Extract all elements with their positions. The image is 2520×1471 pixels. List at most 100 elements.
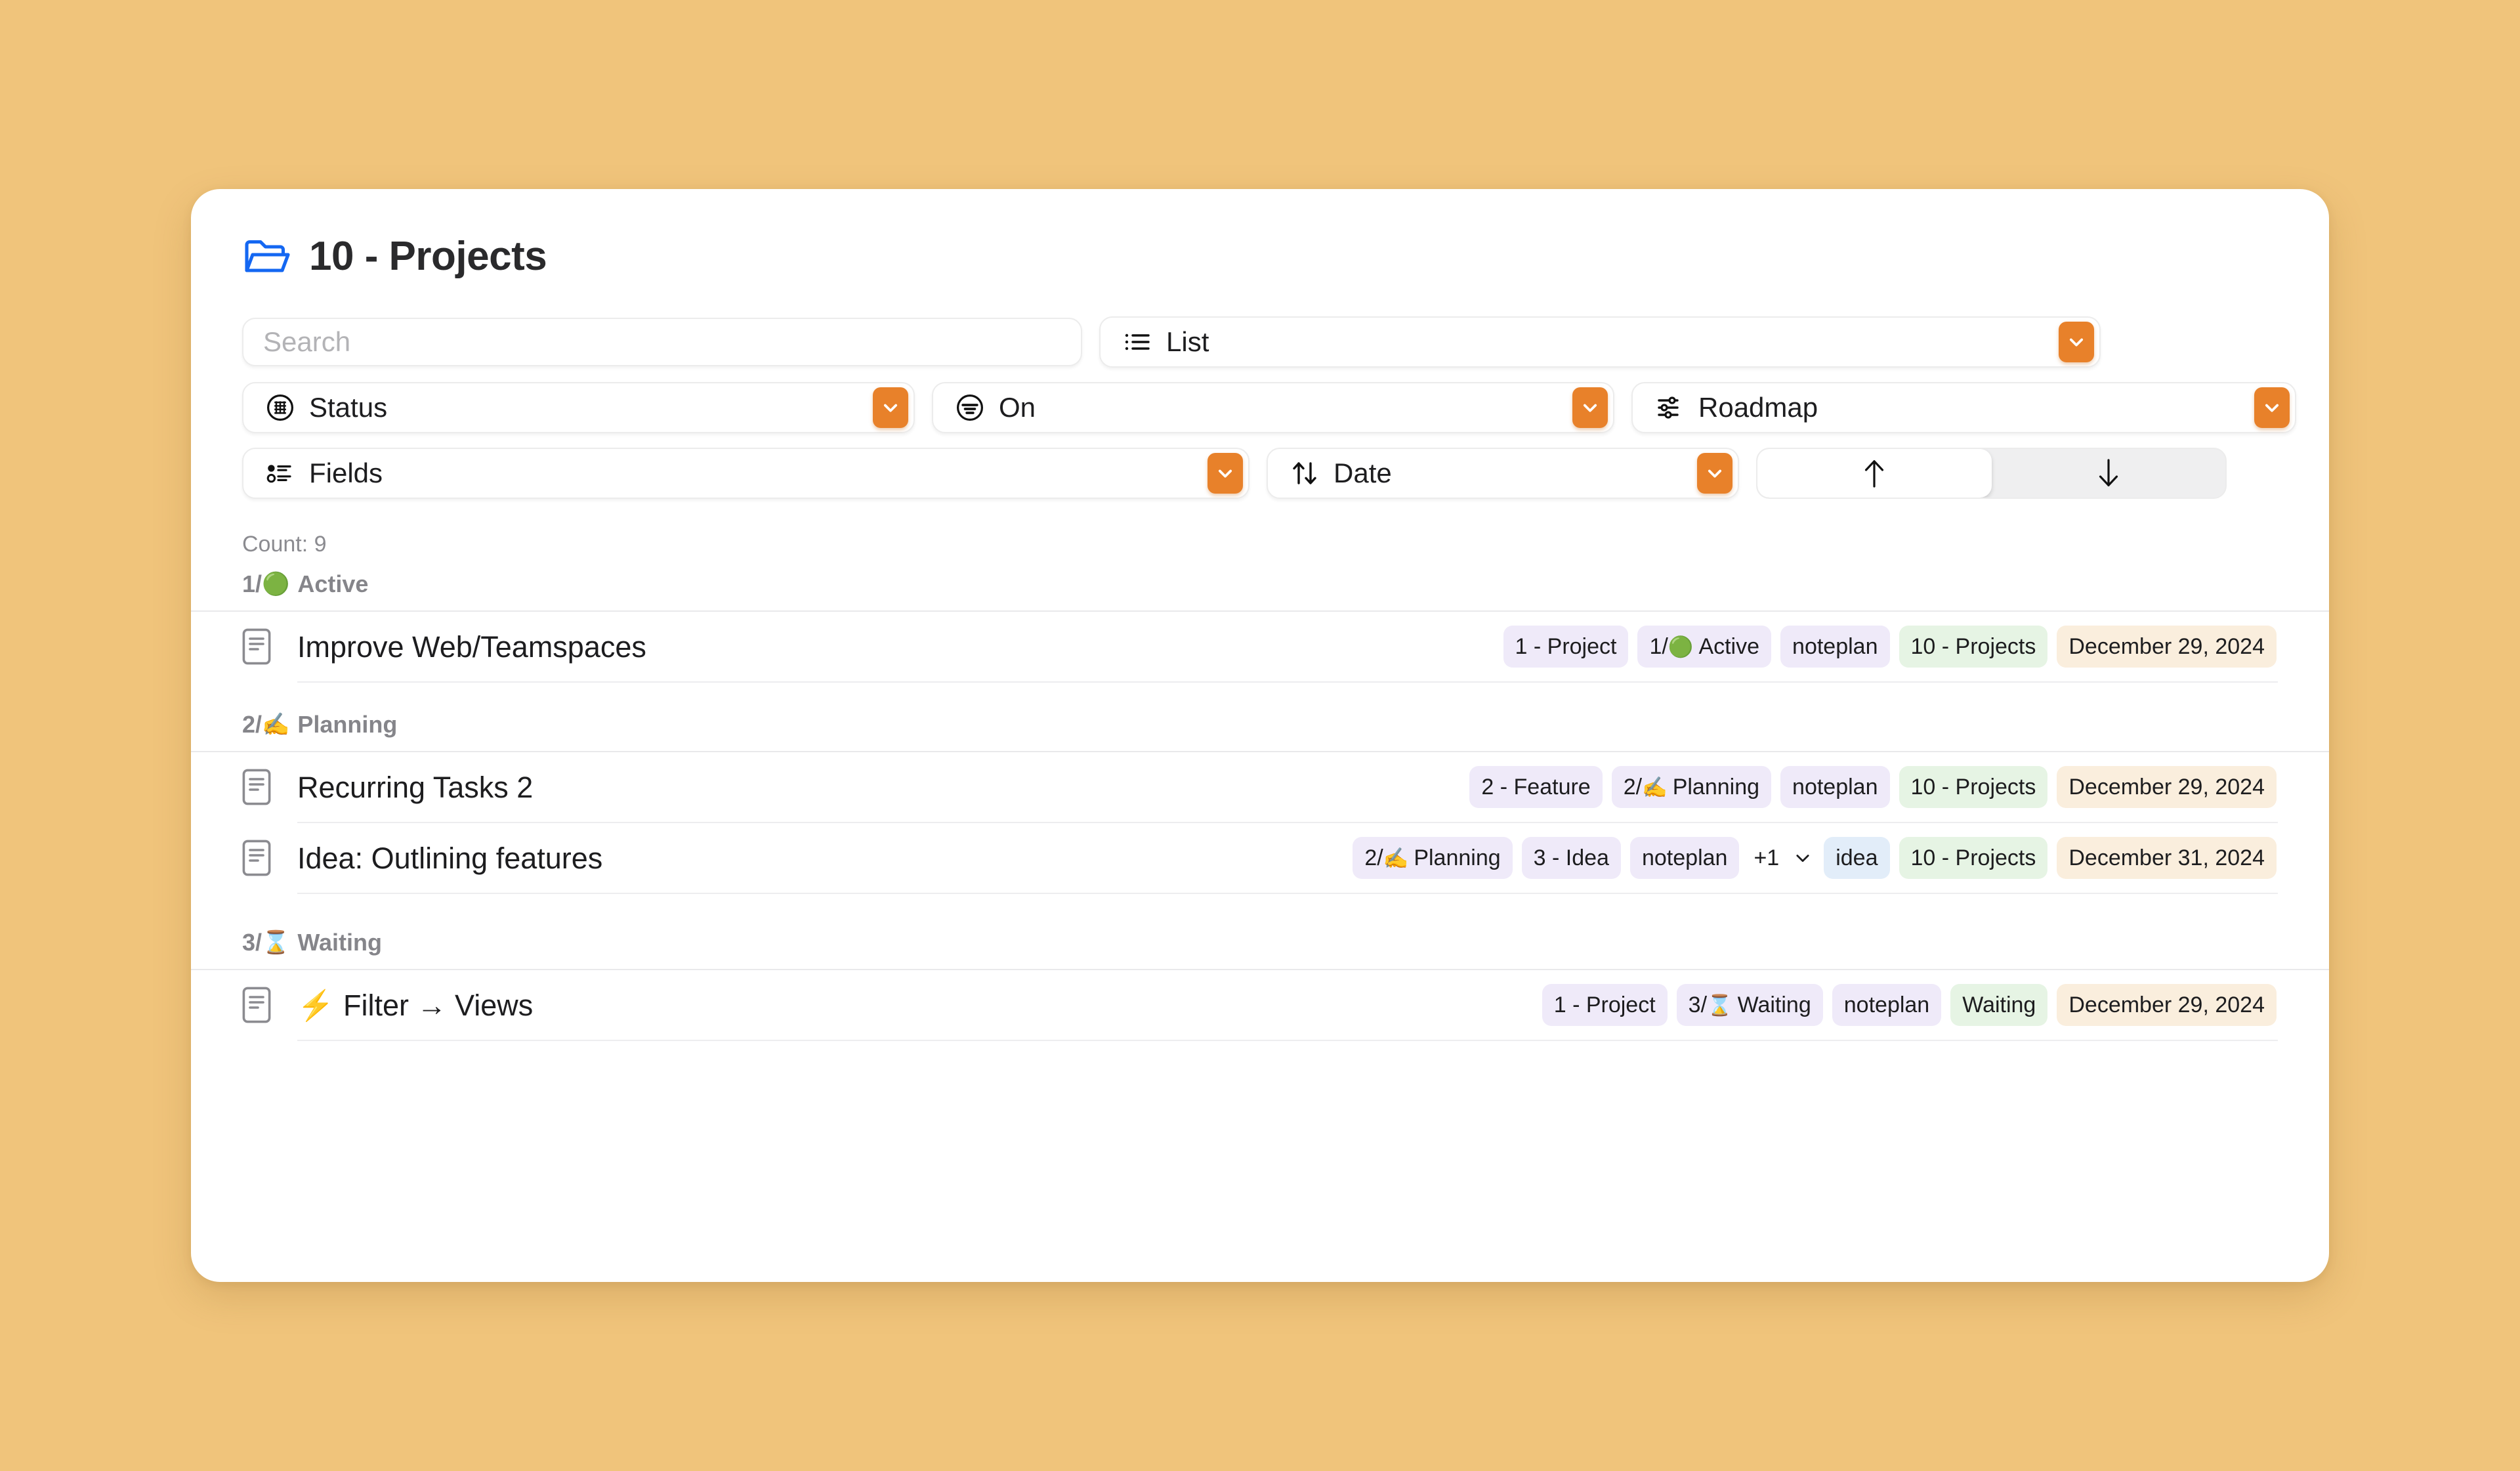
tag-status-emoji: ✍️	[1642, 777, 1668, 798]
group-emoji: ⌛	[262, 931, 289, 954]
tag-status-prefix: 2/	[1364, 847, 1383, 869]
tag-folder[interactable]: 10 - Projects	[1899, 766, 2048, 808]
tag-date[interactable]: December 29, 2024	[2057, 626, 2277, 668]
on-label: On	[999, 394, 1036, 421]
tag-type[interactable]: 1 - Project	[1542, 984, 1668, 1026]
tag-status-emoji: 🟢	[1668, 637, 1694, 657]
projects-window: 10 - Projects List	[191, 189, 2329, 1282]
tag-folder[interactable]: 10 - Projects	[1899, 837, 2048, 879]
tag-date[interactable]: December 29, 2024	[2057, 984, 2277, 1026]
list-item-title-text: Filter → Views	[343, 989, 533, 1022]
fields-list-icon	[264, 458, 296, 489]
more-tags-expander[interactable]: +1	[1748, 837, 1815, 879]
sort-ascending-button[interactable]	[1757, 449, 1992, 498]
list-item-tags: 2/✍️Planning 3 - Idea noteplan +1 idea 1…	[1353, 837, 2277, 879]
search-input[interactable]	[263, 326, 1061, 358]
arrow-up-icon	[1861, 456, 1887, 490]
tag-date[interactable]: December 31, 2024	[2057, 837, 2277, 879]
note-document-icon	[242, 769, 271, 805]
tag-status-suffix: Planning	[1414, 847, 1500, 869]
circle-grid-icon	[264, 392, 296, 423]
tag-status-prefix: 3/	[1689, 994, 1707, 1016]
tag-status-prefix: 2/	[1624, 776, 1642, 798]
tag-folder[interactable]: 10 - Projects	[1899, 626, 2048, 668]
status-label: Status	[309, 394, 387, 421]
note-document-icon	[242, 628, 271, 665]
roadmap-chevron-down-icon[interactable]	[2254, 387, 2290, 428]
tag-status-emoji: ⌛	[1707, 995, 1732, 1015]
list-item-title: Improve Web/Teamspaces	[297, 632, 646, 662]
list-item-title: Idea: Outlining features	[297, 843, 602, 873]
bulleted-list-icon	[1122, 326, 1153, 358]
view-mode-chevron-down-icon[interactable]	[2059, 322, 2094, 362]
tag-status-prefix: 1/	[1649, 635, 1668, 658]
list-item[interactable]: ⚡Filter → Views 1 - Project 3/⌛Waiting n…	[242, 970, 2278, 1040]
roadmap-dropdown[interactable]: Roadmap	[1631, 382, 2296, 433]
chevron-down-icon	[1794, 849, 1812, 867]
toolbar-row-1: List	[242, 316, 2278, 368]
tag-type[interactable]: 1 - Project	[1503, 626, 1629, 668]
sort-order-segmented-control[interactable]	[1756, 448, 2227, 499]
tag-app[interactable]: noteplan	[1780, 626, 1889, 668]
spacer	[242, 683, 2278, 713]
group-label: Active	[297, 572, 368, 596]
tag-folder[interactable]: Waiting	[1950, 984, 2048, 1026]
list-item[interactable]: Idea: Outlining features 2/✍️Planning 3 …	[242, 823, 2278, 893]
sort-field-chevron-down-icon[interactable]	[1697, 453, 1732, 494]
group-prefix: 3/	[242, 931, 262, 954]
group-prefix: 2/	[242, 713, 262, 736]
view-mode-label: List	[1166, 328, 1209, 356]
list-item[interactable]: Recurring Tasks 2 2 - Feature 2/✍️Planni…	[242, 752, 2278, 822]
list-item[interactable]: Improve Web/Teamspaces 1 - Project 1/🟢Ac…	[242, 612, 2278, 681]
status-dropdown[interactable]: Status	[242, 382, 915, 433]
circle-lines-icon	[954, 392, 986, 423]
tag-status-suffix: Planning	[1673, 776, 1759, 798]
results-list: Count: 9 1/ 🟢 Active Improve Web/Teamspa…	[191, 513, 2329, 1041]
tag-type[interactable]: 3 - Idea	[1522, 837, 1621, 879]
result-count: Count: 9	[242, 533, 2278, 555]
list-item-tags: 1 - Project 1/🟢Active noteplan 10 - Proj…	[1503, 626, 2277, 668]
list-item-tags: 2 - Feature 2/✍️Planning noteplan 10 - P…	[1469, 766, 2277, 808]
more-tags-count: +1	[1754, 847, 1779, 869]
tag-app[interactable]: noteplan	[1780, 766, 1889, 808]
tag-status[interactable]: 2/✍️Planning	[1353, 837, 1512, 879]
tag-app[interactable]: noteplan	[1832, 984, 1941, 1026]
status-chevron-down-icon[interactable]	[873, 387, 908, 428]
group-emoji: 🟢	[262, 573, 289, 595]
group-header-active: 1/ 🟢 Active	[242, 572, 2278, 596]
view-mode-dropdown[interactable]: List	[1099, 316, 2101, 368]
tag-date[interactable]: December 29, 2024	[2057, 766, 2277, 808]
tag-status-emoji: ✍️	[1383, 848, 1409, 868]
tag-status[interactable]: 1/🟢Active	[1637, 626, 1771, 668]
sort-field-dropdown[interactable]: Date	[1267, 448, 1739, 499]
sort-descending-button[interactable]	[1992, 449, 2226, 498]
tag-status[interactable]: 3/⌛Waiting	[1677, 984, 1823, 1026]
search-field[interactable]	[242, 318, 1082, 366]
tag-type[interactable]: 2 - Feature	[1469, 766, 1602, 808]
on-dropdown[interactable]: On	[932, 382, 1614, 433]
tag-app[interactable]: noteplan	[1630, 837, 1739, 879]
toolbar-row-3: Fields Date	[242, 448, 2278, 499]
group-prefix: 1/	[242, 572, 262, 596]
fields-dropdown[interactable]: Fields	[242, 448, 1250, 499]
note-document-icon	[242, 840, 271, 876]
toolbar: List Status	[191, 277, 2329, 499]
divider	[297, 1040, 2278, 1041]
tag-status[interactable]: 2/✍️Planning	[1612, 766, 1771, 808]
on-chevron-down-icon[interactable]	[1572, 387, 1608, 428]
group-header-planning: 2/ ✍️ Planning	[242, 713, 2278, 736]
fields-label: Fields	[309, 459, 383, 487]
sort-arrows-icon	[1289, 458, 1320, 489]
toolbar-row-2: Status On	[242, 382, 2278, 433]
tag-keyword[interactable]: idea	[1824, 837, 1889, 879]
list-item-tags: 1 - Project 3/⌛Waiting noteplan Waiting …	[1542, 984, 2277, 1026]
group-header-waiting: 3/ ⌛ Waiting	[242, 931, 2278, 954]
open-folder-icon	[242, 237, 291, 276]
roadmap-label: Roadmap	[1698, 394, 1818, 421]
page-title: 10 - Projects	[309, 236, 547, 277]
fields-chevron-down-icon[interactable]	[1208, 453, 1243, 494]
sliders-icon	[1654, 392, 1685, 423]
note-document-icon	[242, 987, 271, 1023]
group-label: Waiting	[297, 931, 382, 954]
window-header: 10 - Projects	[191, 189, 2329, 277]
